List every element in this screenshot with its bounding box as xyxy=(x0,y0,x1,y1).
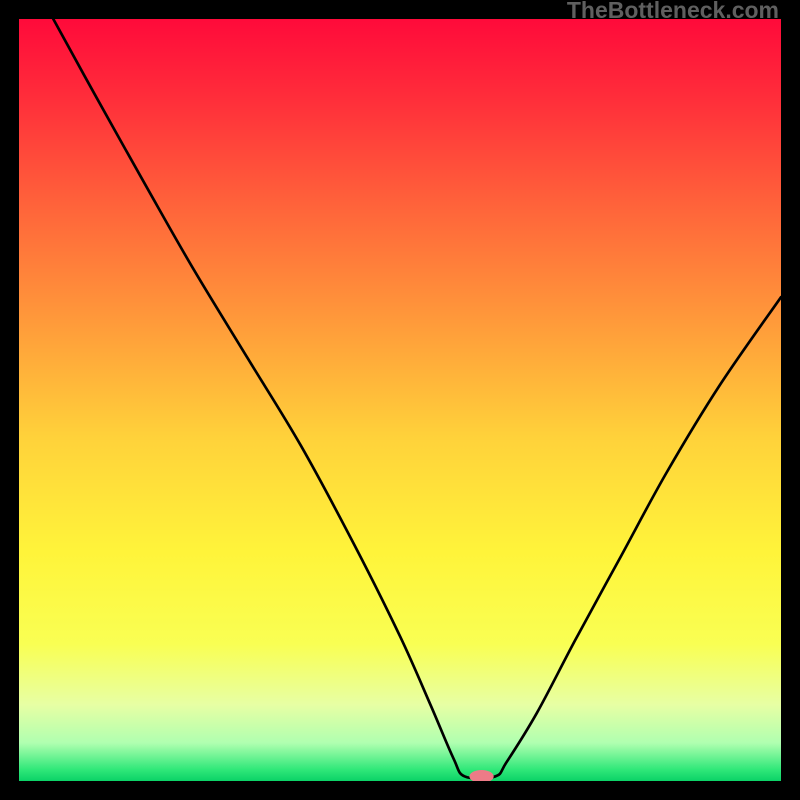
bottleneck-chart xyxy=(19,19,781,781)
chart-frame xyxy=(19,19,781,781)
watermark-text: TheBottleneck.com xyxy=(567,0,779,24)
gradient-background xyxy=(19,19,781,781)
